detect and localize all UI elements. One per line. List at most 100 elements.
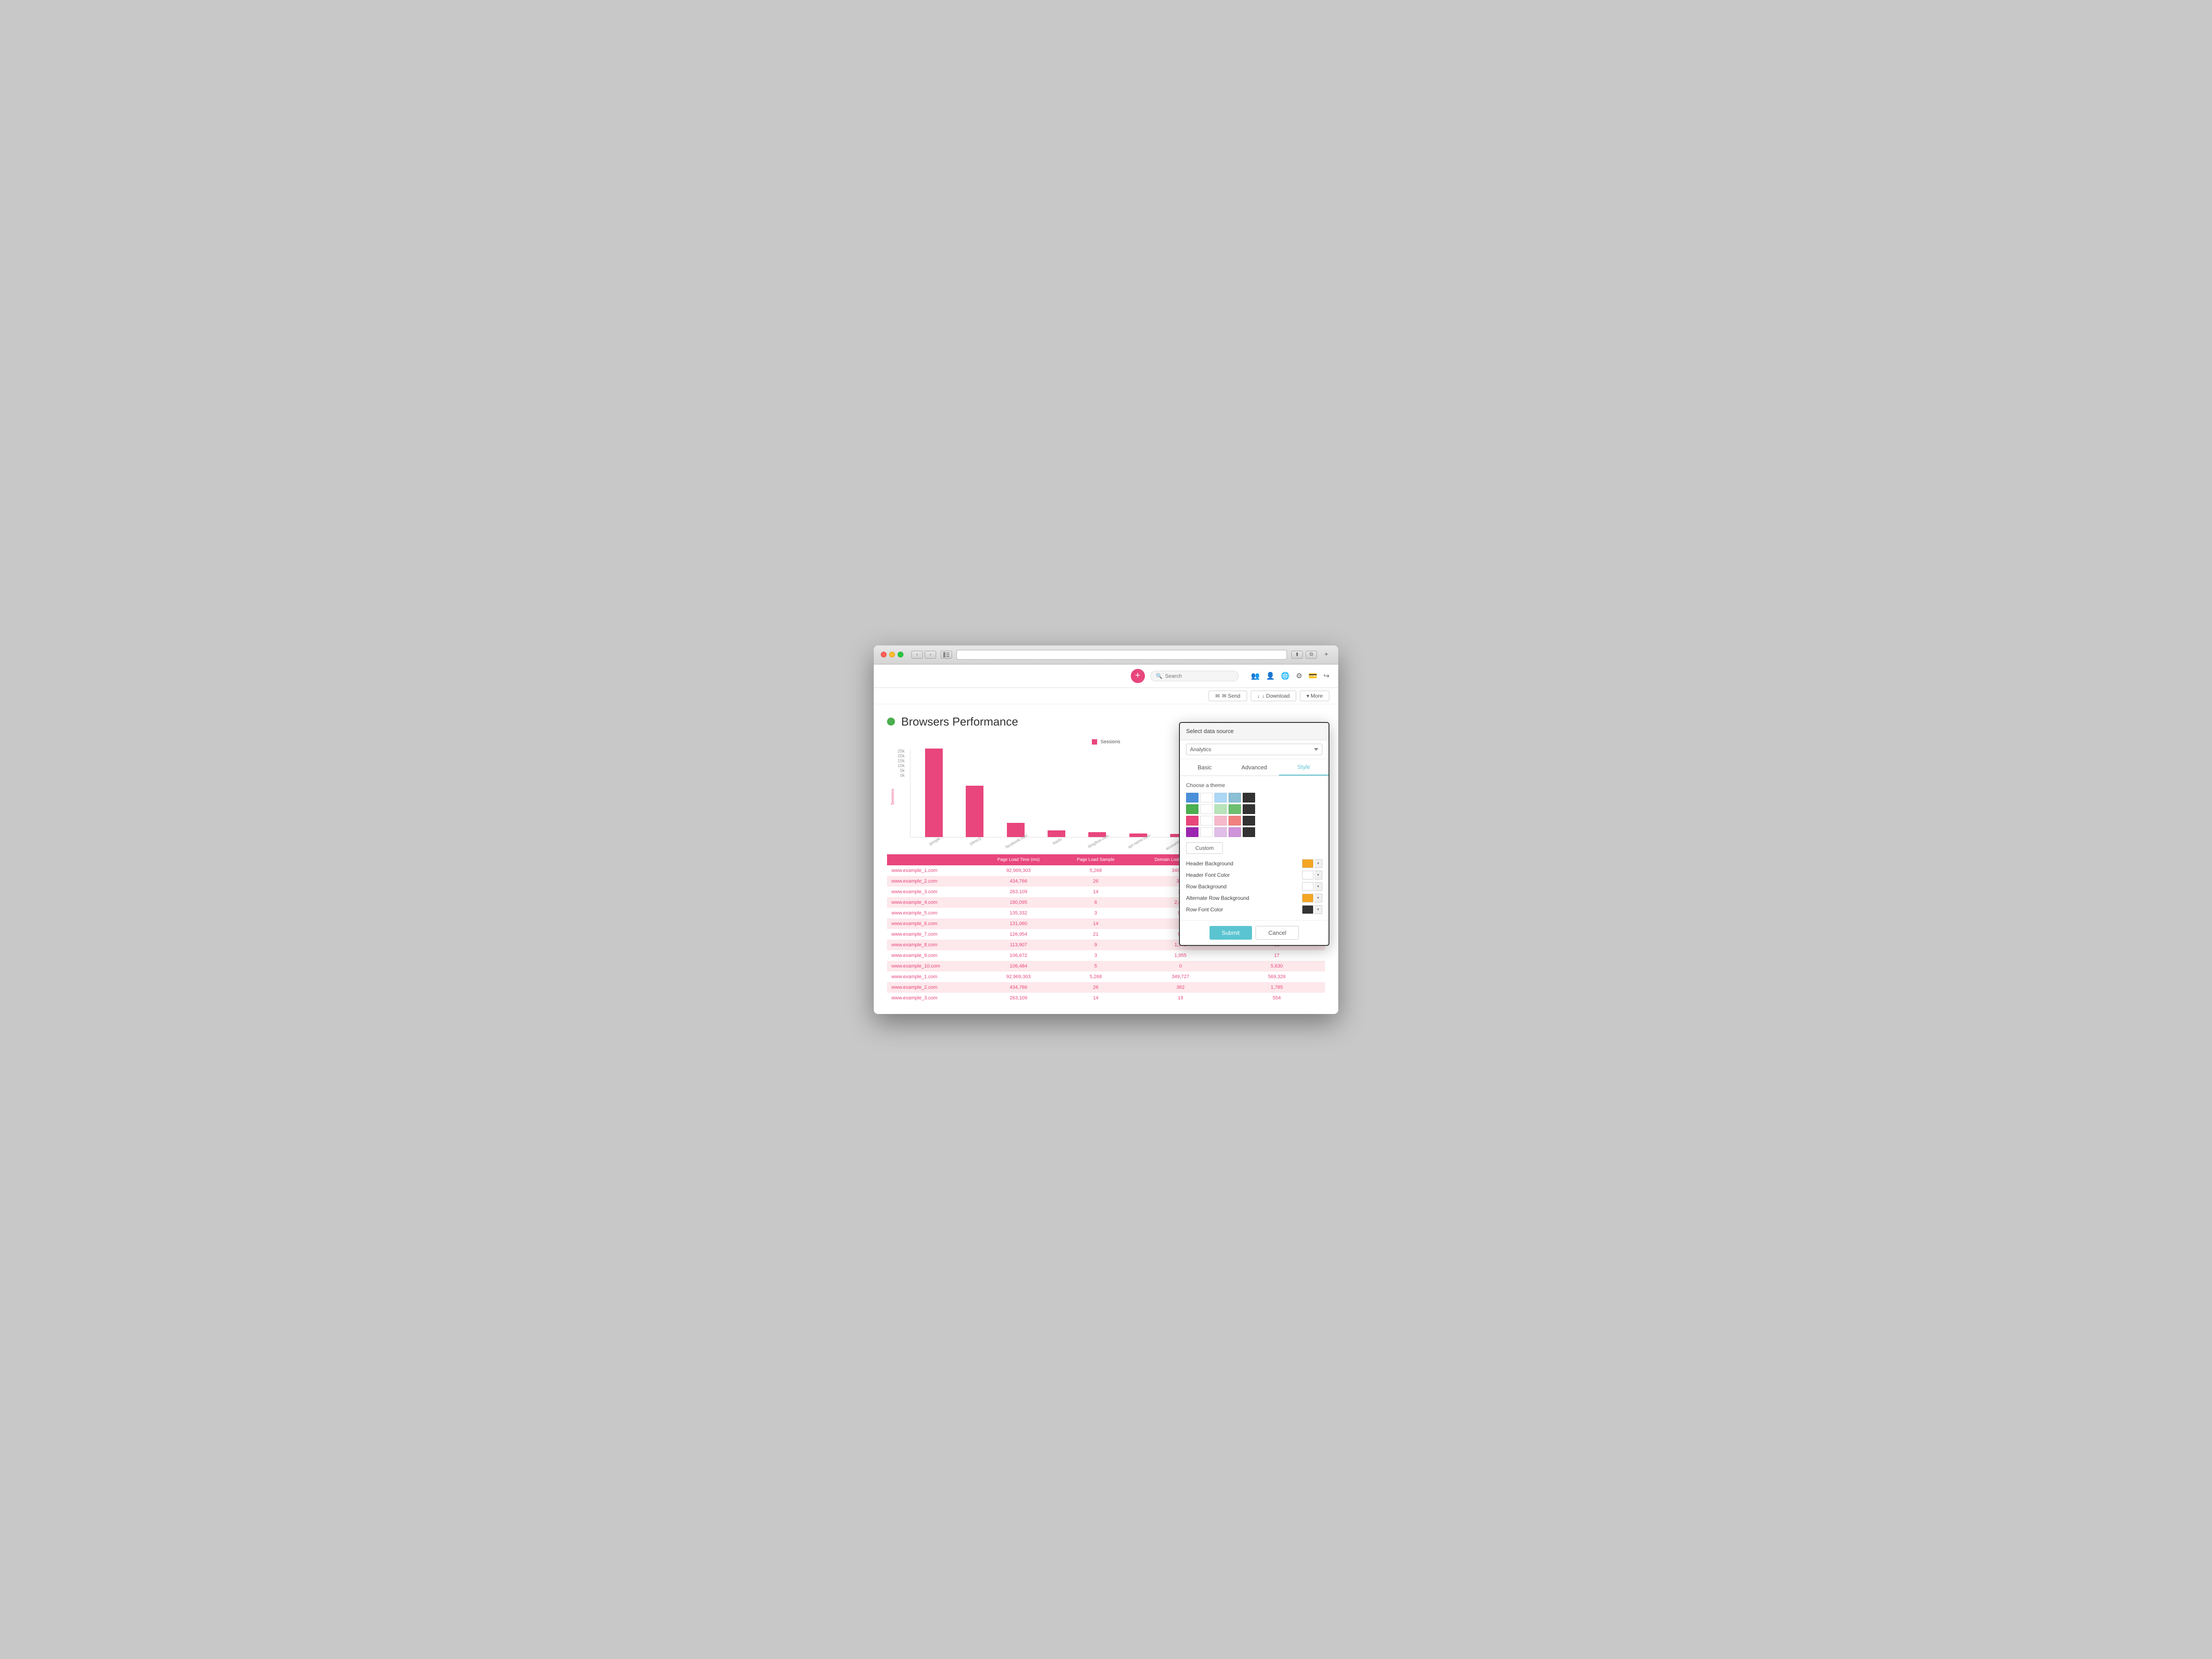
new-tab-button[interactable]: + (1321, 651, 1331, 659)
theme-swatch[interactable] (1243, 804, 1255, 814)
color-option-row: Header Font Color ▾ (1186, 871, 1322, 879)
theme-swatch[interactable] (1186, 827, 1198, 837)
color-swatch[interactable] (1302, 871, 1313, 879)
add-button[interactable]: + (1131, 669, 1145, 683)
theme-swatch[interactable] (1200, 816, 1213, 826)
close-button[interactable] (881, 652, 887, 657)
table-cell-value: 180,095 (978, 897, 1059, 908)
theme-swatch[interactable] (1214, 804, 1227, 814)
nav-buttons: ‹ › (911, 651, 936, 659)
share-button[interactable]: ⬆ (1291, 651, 1303, 659)
theme-swatch[interactable] (1214, 827, 1227, 837)
table-cell-value: 26 (1059, 876, 1133, 887)
exit-icon[interactable]: ↪ (1324, 672, 1329, 680)
theme-swatch[interactable] (1186, 804, 1198, 814)
settings-icon[interactable]: ⚙ (1296, 672, 1302, 680)
download-button[interactable]: ↓ ↓ Download (1251, 691, 1297, 701)
submit-button[interactable]: Submit (1210, 926, 1252, 940)
table-cell-domain: www.example_3.com (887, 887, 978, 897)
action-bar: ✉ ✉ Send ↓ ↓ Download ▾ More (874, 688, 1338, 704)
table-cell-domain: www.example_10.com (887, 961, 978, 972)
send-button[interactable]: ✉ ✉ Send (1209, 691, 1247, 701)
y-axis-label: Sessions (890, 789, 895, 805)
color-swatch[interactable] (1302, 905, 1313, 914)
theme-swatch[interactable] (1229, 827, 1241, 837)
table-cell-value: 554 (1229, 993, 1325, 1003)
theme-swatch[interactable] (1200, 827, 1213, 837)
color-dropdown-arrow[interactable]: ▾ (1314, 905, 1322, 914)
forward-button[interactable]: › (925, 651, 936, 659)
users-icon[interactable]: 👥 (1251, 672, 1260, 680)
tab-basic[interactable]: Basic (1180, 759, 1229, 776)
theme-row (1186, 793, 1322, 803)
theme-swatch[interactable] (1243, 816, 1255, 826)
app-toolbar: + 🔍 👥 👤 🌐 ⚙ 💳 ↪ (874, 664, 1338, 688)
table-cell-domain: www.example_8.com (887, 940, 978, 950)
table-cell-value: 6 (1059, 897, 1133, 908)
table-row: www.example_2.com434,766263621,785 (887, 982, 1325, 993)
table-cell-domain: www.example_5.com (887, 908, 978, 918)
y-axis: 25k 20k 15k 10k 5k 0k (887, 749, 905, 791)
back-button[interactable]: ‹ (911, 651, 923, 659)
duplicate-button[interactable]: ⧉ (1306, 651, 1317, 659)
table-cell-domain: www.example_2.com (887, 876, 978, 887)
table-cell-value: 349,727 (1133, 972, 1229, 982)
maximize-button[interactable] (898, 652, 903, 657)
table-cell-value: 1,785 (1229, 982, 1325, 993)
modal-header: Select data source (1180, 723, 1329, 740)
theme-swatch[interactable] (1186, 816, 1198, 826)
table-cell-value: 5,268 (1059, 865, 1133, 876)
table-cell-value: 19 (1133, 993, 1229, 1003)
table-cell-value: 106,672 (978, 950, 1059, 961)
color-option-label: Header Font Color (1186, 872, 1230, 878)
theme-swatch[interactable] (1200, 804, 1213, 814)
globe-icon[interactable]: 🌐 (1281, 672, 1290, 680)
tab-advanced[interactable]: Advanced (1229, 759, 1279, 776)
theme-swatch[interactable] (1229, 804, 1241, 814)
address-bar[interactable] (956, 650, 1287, 660)
modal-datasource-row: Analytics (1180, 740, 1329, 759)
user-icon[interactable]: 👤 (1266, 672, 1275, 680)
table-row: www.example_3.com263,1091419554 (887, 993, 1325, 1003)
color-dropdown-arrow[interactable]: ▾ (1314, 871, 1322, 879)
color-swatch[interactable] (1302, 859, 1313, 868)
modal-footer: Submit Cancel (1180, 920, 1329, 945)
table-cell-value: 92,969,303 (978, 972, 1059, 982)
table-cell-value: 434,766 (978, 876, 1059, 887)
theme-row (1186, 804, 1322, 814)
main-content: Browsers Performance Sessions 25k 20k 15… (874, 704, 1338, 1014)
search-input[interactable] (1165, 673, 1227, 679)
table-cell-value: 131,060 (978, 918, 1059, 929)
custom-theme-button[interactable]: Custom (1186, 842, 1223, 854)
minimize-button[interactable] (889, 652, 895, 657)
sidebar-toggle[interactable] (941, 651, 952, 659)
theme-row (1186, 827, 1322, 837)
theme-swatch[interactable] (1229, 793, 1241, 803)
color-dropdown-arrow[interactable]: ▾ (1314, 859, 1322, 868)
table-cell-value: 17 (1229, 950, 1325, 961)
cancel-button[interactable]: Cancel (1256, 926, 1299, 940)
theme-swatch[interactable] (1214, 793, 1227, 803)
table-cell-value: 113,907 (978, 940, 1059, 950)
table-cell-value: 263,109 (978, 993, 1059, 1003)
legend-color-swatch (1092, 739, 1097, 745)
table-cell-domain: www.example_4.com (887, 897, 978, 908)
more-button[interactable]: ▾ More (1300, 691, 1329, 701)
tab-style[interactable]: Style (1279, 759, 1329, 776)
theme-swatch[interactable] (1200, 793, 1213, 803)
color-swatch[interactable] (1302, 894, 1313, 902)
theme-swatch[interactable] (1214, 816, 1227, 826)
color-swatch[interactable] (1302, 882, 1313, 891)
theme-swatch[interactable] (1186, 793, 1198, 803)
table-cell-value: 92,969,303 (978, 865, 1059, 876)
card-icon[interactable]: 💳 (1309, 672, 1317, 680)
table-cell-domain: www.example_6.com (887, 918, 978, 929)
datasource-select[interactable]: Analytics (1186, 744, 1322, 755)
color-option-label: Row Background (1186, 883, 1226, 890)
status-indicator (887, 718, 895, 726)
theme-swatch[interactable] (1229, 816, 1241, 826)
theme-swatch[interactable] (1243, 793, 1255, 803)
color-dropdown-arrow[interactable]: ▾ (1314, 882, 1322, 891)
theme-swatch[interactable] (1243, 827, 1255, 837)
color-dropdown-arrow[interactable]: ▾ (1314, 894, 1322, 902)
